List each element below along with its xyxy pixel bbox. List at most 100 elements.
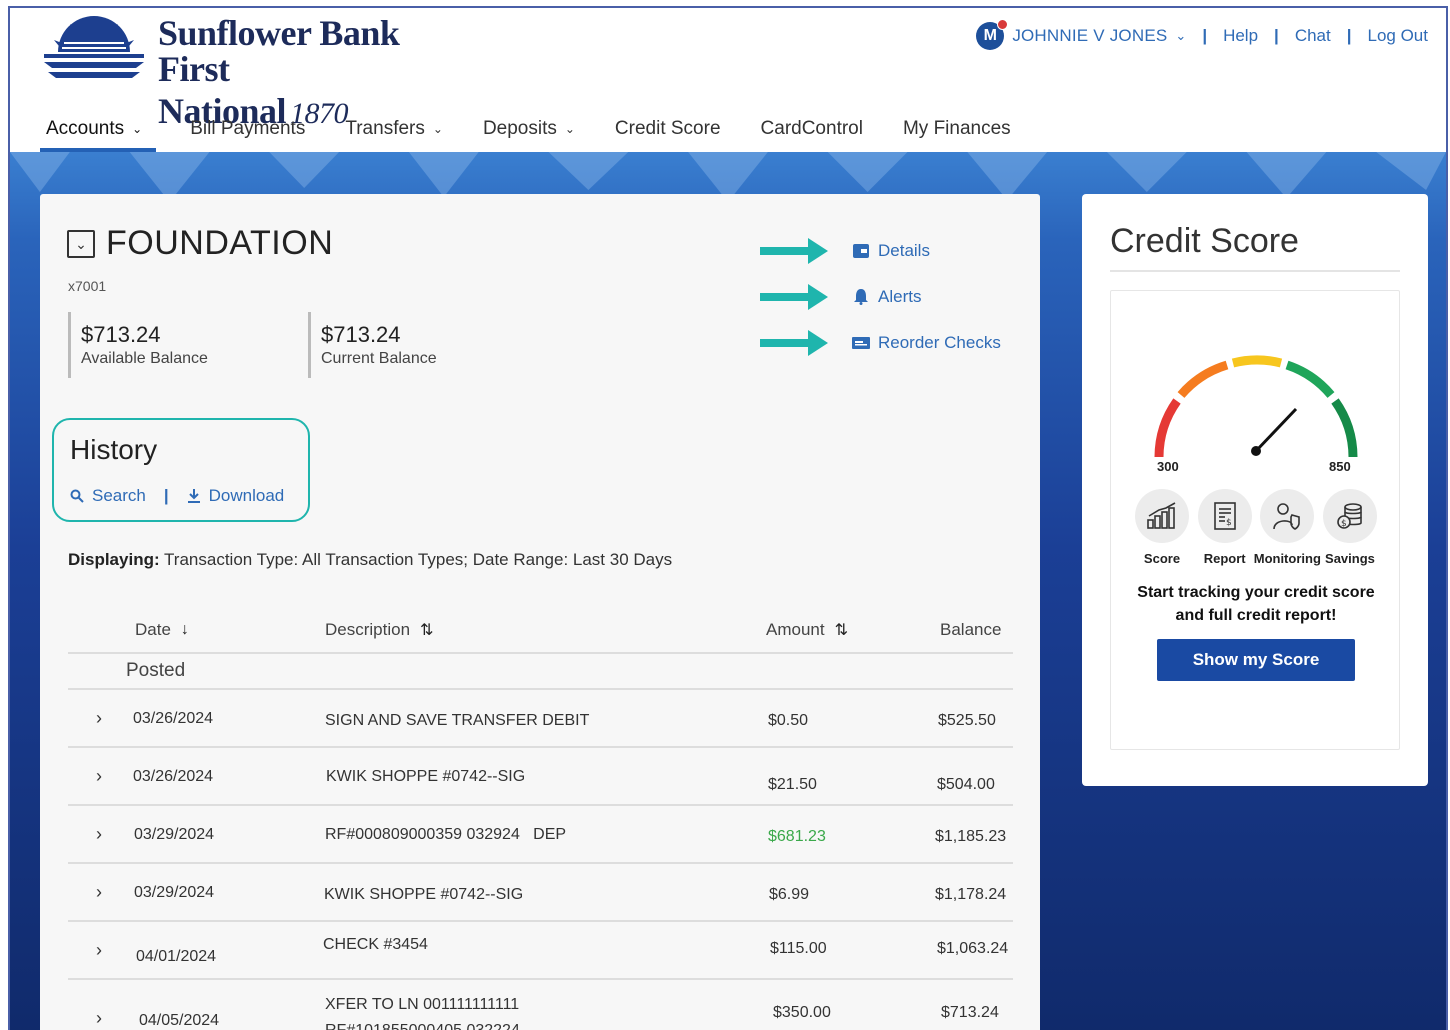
filter-summary: Displaying: Transaction Type: All Transa… [68, 550, 672, 570]
row-description: SIGN AND SAVE TRANSFER DEBIT [325, 712, 590, 729]
amount-column-label: Amount [766, 620, 825, 639]
row-amount: $6.99 [769, 886, 810, 903]
divider: | [163, 486, 169, 505]
feature-monitoring-label: Monitoring [1253, 551, 1321, 566]
promo-line-1: Start tracking your credit score [1137, 584, 1375, 601]
avatar-initial: M [983, 27, 997, 44]
table-row[interactable]: › 03/26/2024 SIGN AND SAVE TRANSFER DEBI… [68, 690, 1013, 748]
download-icon [187, 489, 201, 503]
arrow-right-icon [760, 330, 828, 356]
chevron-right-icon[interactable]: › [96, 824, 102, 845]
sort-desc-icon: ↓ [180, 621, 189, 638]
divider [1110, 270, 1400, 272]
account-card: ⌄ FOUNDATION x7001 $713.24 Available Bal… [40, 194, 1040, 1030]
search-link[interactable]: Search [92, 486, 146, 506]
account-name: FOUNDATION [106, 224, 334, 262]
transactions-table: Date ↓ Description ⇅ Amount ⇅ Balance Po… [68, 604, 1013, 1030]
credit-score-card: Credit Score 300 850 Score $ Report Moni… [1082, 194, 1428, 786]
nav-accounts[interactable]: Accounts ⌄ [40, 112, 157, 152]
divider: | [1202, 26, 1208, 45]
nav-deposits[interactable]: Deposits ⌄ [477, 112, 581, 152]
filter-summary-label: Displaying: [68, 550, 160, 569]
divider: | [1274, 26, 1279, 45]
user-bar: M JOHNNIE V JONES ⌄ | Help | Chat | Log … [976, 19, 1429, 50]
nav-deposits-label: Deposits [482, 118, 557, 139]
feature-savings-label: Savings [1325, 551, 1375, 566]
chevron-down-icon: ⌄ [132, 122, 143, 136]
nav-accounts-label: Accounts [46, 118, 125, 139]
description-column-header[interactable]: Description ⇅ [325, 620, 433, 640]
date-column-header[interactable]: Date ↓ [135, 620, 189, 640]
account-collapse-toggle[interactable]: ⌄ [67, 230, 95, 258]
header: Sunflower Bank First National 1870 M JOHN… [10, 8, 1446, 152]
table-row[interactable]: › 04/05/2024 XFER TO LN 001111111111 RF#… [68, 980, 1013, 1030]
credit-score-promo: Start tracking your credit score and ful… [1111, 581, 1401, 627]
nav-my-finances[interactable]: My Finances [897, 112, 1017, 152]
chevron-down-icon: ⌄ [75, 235, 87, 252]
history-actions: Search | Download [70, 486, 284, 506]
amount-column-header[interactable]: Amount ⇅ [766, 620, 848, 640]
nav-bill-payments[interactable]: Bill Payments [184, 112, 311, 152]
history-title: History [70, 434, 158, 465]
chevron-right-icon[interactable]: › [96, 882, 102, 903]
check-icon [852, 334, 870, 352]
row-date: 03/26/2024 [133, 710, 214, 727]
nav-cardcontrol-label: CardControl [760, 118, 863, 139]
user-menu[interactable]: JOHNNIE V JONES [1012, 26, 1167, 46]
chevron-right-icon[interactable]: › [96, 1008, 102, 1029]
alerts-link[interactable]: Alerts [878, 287, 921, 307]
help-link[interactable]: Help [1223, 26, 1258, 46]
chevron-right-icon[interactable]: › [96, 708, 102, 729]
description-column-label: Description [325, 620, 411, 639]
search-icon [70, 489, 84, 503]
nav-transfers[interactable]: Transfers ⌄ [339, 112, 449, 152]
bell-icon [852, 288, 870, 306]
history-section: History Search | Download [52, 418, 310, 522]
row-date: 03/29/2024 [134, 884, 215, 901]
details-link[interactable]: Details [878, 241, 930, 261]
table-row[interactable]: › 03/29/2024 KWIK SHOPPE #0742--SIG $6.9… [68, 864, 1013, 922]
row-balance: $525.50 [938, 712, 996, 729]
row-description: KWIK SHOPPE #0742--SIG [326, 768, 526, 785]
feature-report-label: Report [1203, 551, 1246, 566]
nav-credit-score[interactable]: Credit Score [609, 112, 727, 152]
table-header: Date ↓ Description ⇅ Amount ⇅ Balance [68, 604, 1013, 654]
row-description-line-2: RF#101855000405 032224 [325, 1022, 520, 1030]
avatar[interactable]: M [976, 19, 1009, 50]
table-row[interactable]: › 03/26/2024 KWIK SHOPPE #0742--SIG $21.… [68, 748, 1013, 806]
chevron-down-icon: ⌄ [564, 122, 575, 136]
chevron-right-icon[interactable]: › [96, 766, 102, 787]
reorder-checks-link[interactable]: Reorder Checks [878, 333, 1001, 353]
available-balance: $713.24 Available Balance [68, 312, 208, 378]
row-description: CHECK #3454 [323, 936, 428, 953]
filter-summary-value: Transaction Type: All Transaction Types;… [164, 550, 673, 569]
main-nav: Accounts ⌄ Bill Payments Transfers ⌄ Dep… [40, 112, 1045, 152]
alerts-row: Alerts [760, 274, 1001, 320]
credit-features: Score $ Report Monitoring $ Savings [1131, 489, 1381, 566]
bank-logo[interactable]: Sunflower Bank First National 1870 [40, 12, 420, 131]
nav-bill-payments-label: Bill Payments [190, 118, 306, 139]
available-balance-amount: $713.24 [81, 322, 161, 347]
gauge-max-label: 850 [1329, 459, 1351, 474]
chevron-right-icon[interactable]: › [96, 940, 102, 961]
logout-link[interactable]: Log Out [1368, 26, 1429, 46]
feature-score: Score [1131, 489, 1193, 566]
current-balance-amount: $713.24 [321, 322, 401, 347]
sort-icon: ⇅ [420, 622, 434, 639]
divider: | [1346, 26, 1352, 45]
row-balance: $1,185.23 [935, 828, 1007, 845]
row-date: 03/26/2024 [133, 768, 214, 785]
nav-cardcontrol[interactable]: CardControl [755, 112, 869, 152]
row-balance: $504.00 [937, 776, 995, 793]
posted-group-header: Posted [68, 654, 1013, 690]
table-row[interactable]: › 04/01/2024 CHECK #3454 $115.00 $1,063.… [68, 922, 1013, 980]
table-row[interactable]: › 03/29/2024 RF#000809000359 032924 DEP … [68, 806, 1013, 864]
promo-line-2: and full credit report! [1175, 607, 1337, 624]
chat-link[interactable]: Chat [1295, 26, 1331, 46]
row-date: 04/05/2024 [139, 1012, 220, 1029]
download-link[interactable]: Download [209, 486, 285, 506]
chevron-down-icon[interactable]: ⌄ [1175, 28, 1186, 44]
balance-column-header: Balance [940, 620, 1001, 640]
show-my-score-button[interactable]: Show my Score [1157, 639, 1355, 681]
feature-score-label: Score [1143, 551, 1181, 566]
